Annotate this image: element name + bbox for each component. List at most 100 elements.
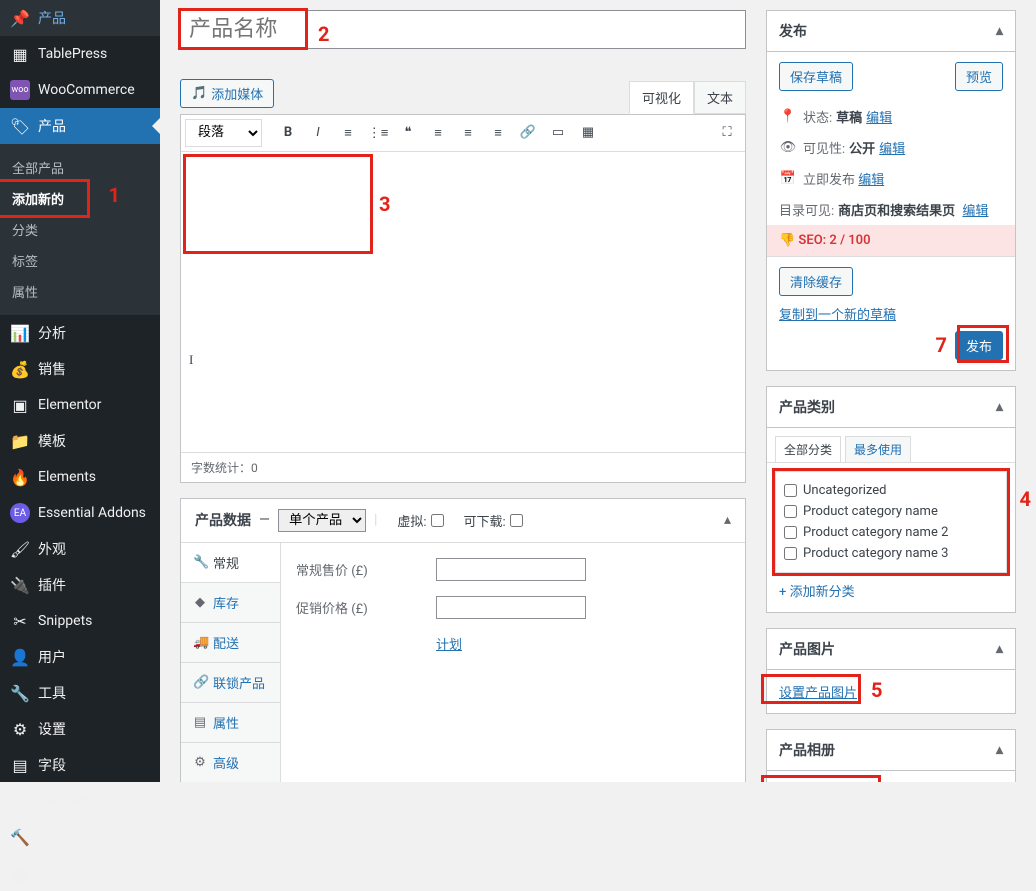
menu-tablepress[interactable]: ▦TablePress [0,36,160,72]
menu-blackhole[interactable]: ⬤Blackhole [0,855,160,891]
user-icon: 👤 [10,647,30,667]
edit-status-link[interactable]: 编辑 [866,107,892,126]
chart-icon: 📊 [10,323,30,343]
menu-snippets[interactable]: ✂Snippets [0,603,160,639]
menu-appearance[interactable]: 🖌外观 [0,531,160,567]
pd-tab-shipping[interactable]: 🚚配送 [181,623,280,663]
product-data-box: 产品数据 — 单个产品 | 虚拟: 可下载: ▴ 🔧常规 ◆库存 🚚配送 [180,498,746,782]
field-icon: ▤ [10,755,30,775]
align-left-button[interactable]: ≡ [424,119,452,147]
editor-content[interactable]: 3 I [181,152,745,452]
main-content: 2 🎵添加媒体 可视化 文本 段落 [160,0,1036,782]
product-icon: 🏷 [10,116,30,136]
menu-tools[interactable]: 🔧工具 [0,675,160,711]
product-data-title: 产品数据 [195,510,251,530]
menu-products[interactable]: 🏷产品 [0,108,160,144]
menu-settings[interactable]: ⚙设置 [0,711,160,747]
rankmath-icon: ® [10,791,30,811]
preview-button[interactable]: 预览 [955,62,1003,91]
submenu-categories[interactable]: 分类 [0,214,160,245]
publish-box: 发布▴ 保存草稿 预览 📍状态:草稿编辑 👁可见性:公开编辑 📅立即发布 编辑 … [766,10,1016,371]
menu-essential-addons[interactable]: EAEssential Addons [0,495,160,531]
annotation-box-2 [178,8,308,50]
ea-icon: EA [10,503,30,523]
add-media-button[interactable]: 🎵添加媒体 [180,79,274,108]
save-draft-button[interactable]: 保存草稿 [779,62,853,91]
pd-tab-attributes[interactable]: ▤属性 [181,703,280,743]
pd-tab-inventory[interactable]: ◆库存 [181,583,280,623]
menu-label: 用户 [38,647,66,667]
regular-price-input[interactable] [436,558,586,581]
downloadable-checkbox[interactable] [510,514,523,527]
toggle-panel-icon[interactable]: ▴ [996,742,1003,758]
menu-templates[interactable]: 📁模板 [0,423,160,459]
annotation-number: 7 [936,333,947,357]
link-icon: 🔗 [193,675,207,690]
menu-label: 设置 [38,719,66,739]
admin-sidebar: 📌产品 ▦TablePress wooWooCommerce 🏷产品 全部产品 … [0,0,160,782]
cat-tab-all[interactable]: 全部分类 [775,436,841,462]
italic-button[interactable]: I [304,119,332,147]
fullscreen-button[interactable]: ⛶ [713,119,741,147]
edit-date-link[interactable]: 编辑 [858,169,884,188]
edit-visibility-link[interactable]: 编辑 [879,138,905,157]
annotation-number: 3 [379,192,390,216]
edit-catalog-link[interactable]: 编辑 [962,200,988,219]
menu-label: 插件 [38,575,66,595]
copy-draft-link[interactable]: 复制到一个新的草稿 [779,304,1003,323]
menu-label: TablePress [38,46,107,62]
menu-banhammer[interactable]: 🔨Banhammer [0,819,160,855]
eye-icon: 👁 [779,140,797,155]
text-cursor-icon: I [189,352,193,368]
pd-tab-linked[interactable]: 🔗联锁产品 [181,663,280,703]
menu-sales[interactable]: 💰销售 [0,351,160,387]
menu-elementor[interactable]: ▣Elementor [0,387,160,423]
categories-title: 产品类别 [779,397,835,417]
sale-price-input[interactable] [436,596,586,619]
submenu-add-new[interactable]: 添加新的 1 [0,183,160,214]
menu-elements[interactable]: 🔥Elements [0,459,160,495]
menu-woocommerce[interactable]: wooWooCommerce [0,72,160,108]
virtual-checkbox[interactable] [431,514,444,527]
menu-analytics[interactable]: 📊分析 [0,315,160,351]
toggle-panel-icon[interactable]: ▴ [996,641,1003,657]
menu-products-top[interactable]: 📌产品 [0,0,160,36]
link-button[interactable]: 🔗 [514,119,542,147]
bullet-list-button[interactable]: ≡ [334,119,362,147]
tab-text[interactable]: 文本 [694,81,746,114]
menu-fields[interactable]: ▤字段 [0,747,160,783]
readmore-button[interactable]: ▭ [544,119,572,147]
toolbar-toggle-button[interactable]: ▦ [574,119,602,147]
submenu-tags[interactable]: 标签 [0,245,160,276]
align-center-button[interactable]: ≡ [454,119,482,147]
toggle-panel-icon[interactable]: ▴ [996,399,1003,415]
menu-rankmath[interactable]: ®Rank Math [0,783,160,819]
product-image-title: 产品图片 [779,639,835,659]
number-list-button[interactable]: ⋮≡ [364,119,392,147]
add-category-link[interactable]: + 添加新分类 [767,581,1015,612]
pd-tab-general[interactable]: 🔧常规 [181,543,280,583]
pd-tab-advanced[interactable]: ⚙高级 [181,743,280,782]
toggle-panel-icon[interactable]: ▴ [724,512,731,528]
product-type-select[interactable]: 单个产品 [278,509,366,532]
sale-price-label: 促销价格 (£) [296,598,436,617]
annotation-box-6 [761,775,881,782]
schedule-link[interactable]: 计划 [436,634,462,653]
blockquote-button[interactable]: ❝ [394,119,422,147]
cat-tab-most[interactable]: 最多使用 [845,436,911,462]
toggle-panel-icon[interactable]: ▴ [996,23,1003,39]
product-data-tabs: 🔧常规 ◆库存 🚚配送 🔗联锁产品 ▤属性 ⚙高级 [181,543,281,782]
clear-cache-button[interactable]: 清除缓存 [779,267,853,296]
align-right-button[interactable]: ≡ [484,119,512,147]
elements-icon: 🔥 [10,467,30,487]
bold-button[interactable]: B [274,119,302,147]
tab-visual[interactable]: 可视化 [629,81,694,114]
menu-plugins[interactable]: 🔌插件 [0,567,160,603]
annotation-box-1 [0,179,90,218]
wrench-icon: 🔧 [10,683,30,703]
format-select[interactable]: 段落 [185,119,262,147]
product-gallery-title: 产品相册 [779,740,835,760]
submenu-attributes[interactable]: 属性 [0,276,160,307]
menu-users[interactable]: 👤 用户 [0,639,160,675]
pin-icon: 📌 [10,8,30,28]
